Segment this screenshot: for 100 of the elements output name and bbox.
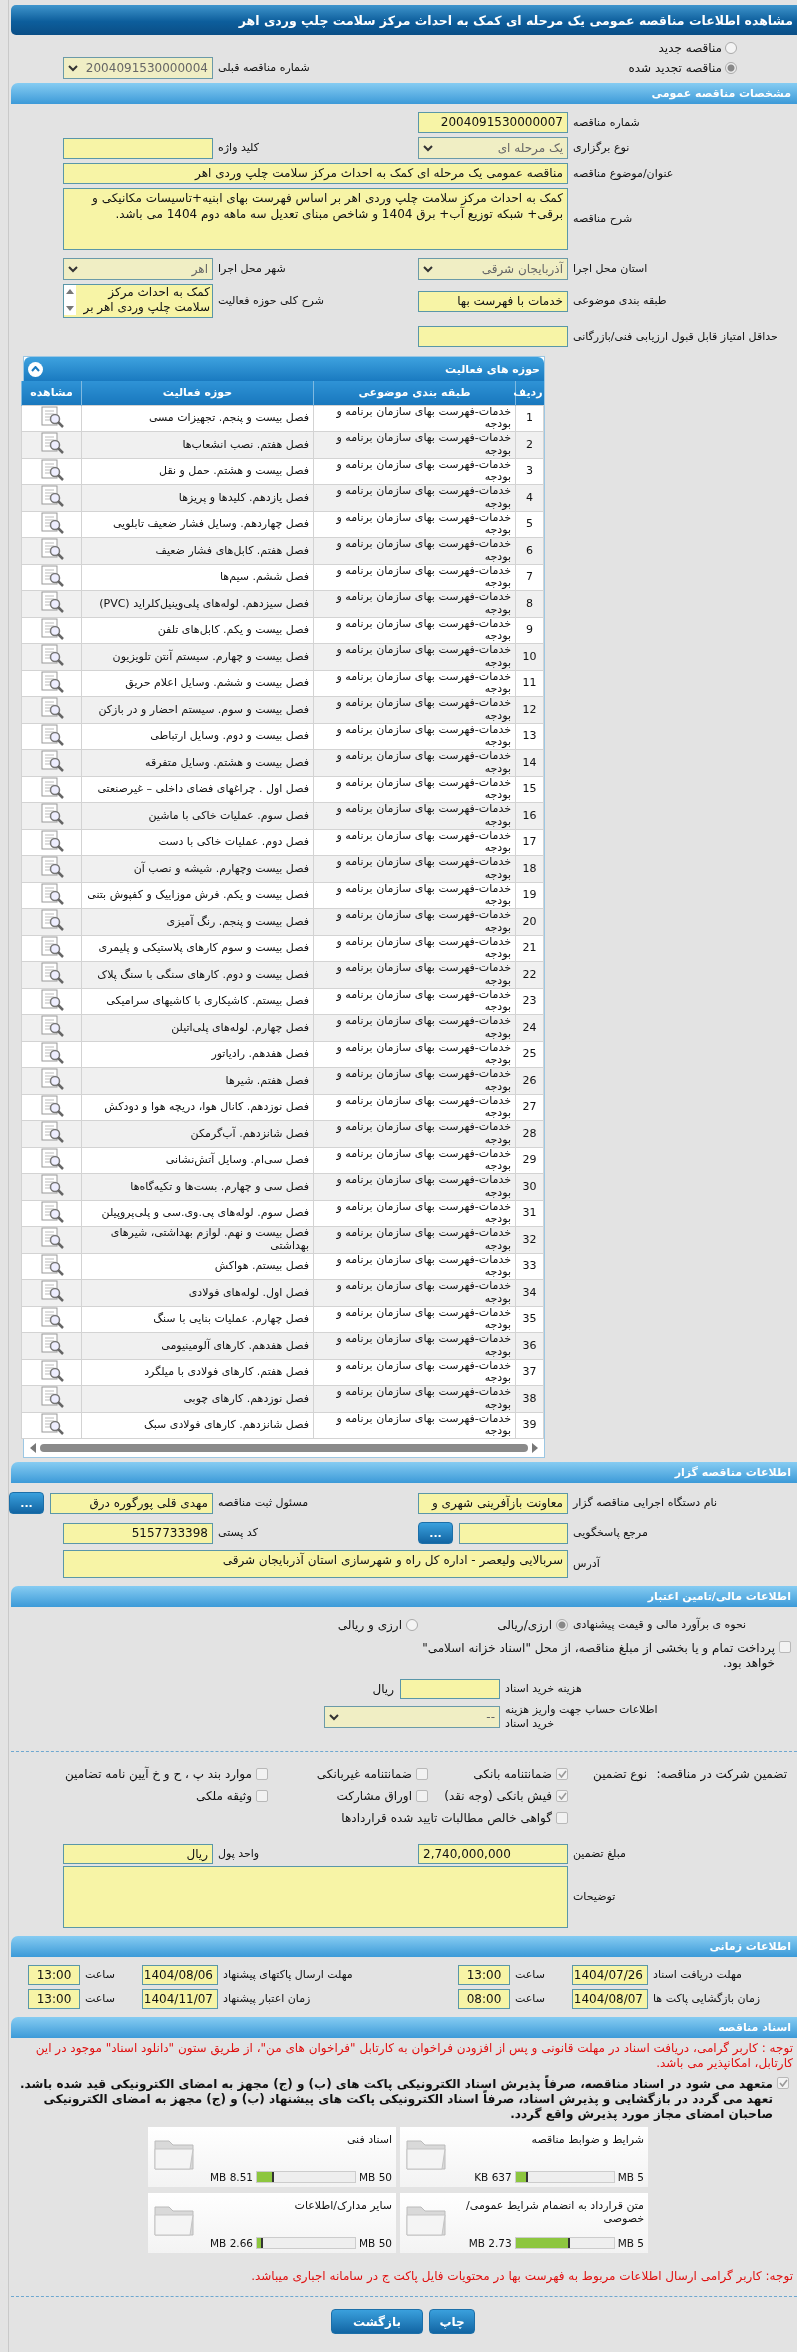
browse-button[interactable]: ...: [418, 1522, 453, 1544]
text-field[interactable]: [418, 326, 568, 347]
magnifier-document-icon[interactable]: [38, 1015, 65, 1037]
text-field[interactable]: [400, 1679, 500, 1699]
action-button[interactable]: بازگشت: [331, 2309, 423, 2334]
checkbox-option[interactable]: اوراق مشارکت: [336, 1786, 428, 1806]
magnifier-document-icon[interactable]: [38, 644, 65, 666]
magnifier-document-icon[interactable]: [38, 432, 65, 454]
magnifier-document-icon[interactable]: [38, 1041, 65, 1064]
checkbox-option[interactable]: موارد بند پ ، ح و خ آیین نامه تضامین: [64, 1764, 268, 1784]
magnifier-document-icon[interactable]: [38, 538, 65, 560]
magnifier-document-icon[interactable]: [38, 1174, 65, 1196]
field-label: ساعت: [514, 1968, 546, 1982]
dropdown[interactable]: 2004091530000004: [63, 57, 213, 79]
checkmark-icon: [557, 1770, 567, 1778]
magnifier-document-icon[interactable]: [38, 511, 65, 534]
text-field[interactable]: ریال: [63, 1844, 213, 1864]
time-field[interactable]: 13:00: [28, 1965, 80, 1985]
time-field[interactable]: 13:00: [28, 1989, 80, 2009]
date-field[interactable]: 1404/11/07: [142, 1989, 218, 2009]
table-cell: فصل چهاردهم. وسایل فشار ضعیف تابلویی: [81, 511, 314, 538]
magnifier-document-icon[interactable]: [38, 1094, 65, 1117]
magnifier-document-icon[interactable]: [38, 776, 65, 799]
magnifier-document-icon[interactable]: [38, 723, 65, 746]
magnifier-document-icon[interactable]: [38, 1306, 65, 1329]
checkbox[interactable]: [416, 1790, 428, 1802]
dropdown[interactable]: --: [324, 1706, 500, 1728]
checkbox[interactable]: [256, 1768, 268, 1780]
checkbox[interactable]: [777, 2077, 789, 2089]
dropdown[interactable]: اهر: [63, 258, 213, 280]
checkbox-option[interactable]: فیش بانکی (وجه نقد): [444, 1786, 568, 1806]
magnifier-document-icon[interactable]: [38, 1359, 65, 1382]
text-field[interactable]: معاونت بازآفرینی شهری و: [418, 1492, 568, 1514]
magnifier-document-icon[interactable]: [38, 1253, 65, 1276]
collapse-button[interactable]: [28, 361, 43, 377]
checkbox-option[interactable]: ضمانتنامه غیربانکی: [316, 1764, 428, 1784]
action-button[interactable]: چاپ: [429, 2309, 475, 2334]
checkbox[interactable]: [556, 1812, 568, 1824]
text-field[interactable]: 2004091530000007: [418, 112, 568, 133]
checkbox[interactable]: [779, 1641, 791, 1653]
magnifier-document-icon[interactable]: [38, 1147, 65, 1170]
text-field[interactable]: خدمات با فهرست بها: [418, 290, 568, 312]
checkbox[interactable]: [256, 1790, 268, 1802]
magnifier-document-icon[interactable]: [38, 670, 65, 693]
text-field[interactable]: [459, 1522, 568, 1544]
text-area[interactable]: [63, 1866, 568, 1928]
time-field[interactable]: 13:00: [458, 1965, 510, 1985]
magnifier-document-icon[interactable]: [38, 697, 65, 719]
magnifier-document-icon[interactable]: [38, 909, 65, 931]
browse-button[interactable]: ...: [9, 1492, 44, 1514]
dropdown[interactable]: یک مرحله ای: [418, 137, 568, 159]
checkbox[interactable]: [556, 1790, 568, 1802]
magnifier-document-icon[interactable]: [38, 1333, 65, 1355]
text-field[interactable]: 2,740,000,000: [418, 1844, 568, 1864]
magnifier-document-icon[interactable]: [38, 856, 65, 878]
dropdown[interactable]: آذربایجان شرقی: [418, 258, 568, 280]
radio-option[interactable]: مناقصه جدید: [568, 41, 797, 55]
magnifier-document-icon[interactable]: [38, 1068, 65, 1090]
text-field[interactable]: [63, 137, 213, 159]
checkbox-option[interactable]: گواهی خالص مطالبات تایید شده قراردادها: [341, 1808, 568, 1828]
magnifier-document-icon[interactable]: [38, 1412, 65, 1435]
magnifier-document-icon[interactable]: [38, 1200, 65, 1223]
radio-option[interactable]: ارزی/ریالی: [497, 1615, 568, 1635]
magnifier-document-icon[interactable]: [38, 829, 65, 852]
table-cell: 15: [515, 776, 544, 803]
magnifier-document-icon[interactable]: [38, 750, 65, 772]
magnifier-document-icon[interactable]: [38, 1227, 65, 1249]
magnifier-document-icon[interactable]: [38, 405, 65, 428]
table-cell: خدمات-فهرست بهای سازمان برنامه و بودجه: [313, 617, 516, 644]
magnifier-document-icon[interactable]: [38, 458, 65, 481]
time-field[interactable]: 08:00: [458, 1989, 510, 2009]
magnifier-document-icon[interactable]: [38, 988, 65, 1011]
text-field[interactable]: مناقصه عمومی یک مرحله ای کمک به احداث مرکز سلامت چلپ وردی اهر: [63, 163, 568, 184]
text-field[interactable]: سربالایی ولیعصر - اداره کل راه و شهرسازی استان آذربایجان شرقی: [63, 1550, 568, 1578]
magnifier-document-icon[interactable]: [38, 591, 65, 613]
magnifier-document-icon[interactable]: [38, 617, 65, 640]
magnifier-document-icon[interactable]: [38, 882, 65, 905]
checkbox[interactable]: [556, 1768, 568, 1780]
magnifier-document-icon[interactable]: [38, 564, 65, 587]
magnifier-document-icon[interactable]: [38, 1386, 65, 1408]
magnifier-document-icon[interactable]: [38, 1121, 65, 1143]
text-field[interactable]: مهدی قلی پورگوره درق: [50, 1492, 213, 1514]
magnifier-document-icon[interactable]: [38, 803, 65, 825]
list-box[interactable]: کمک به احداث مرکز سلامت چلپ وردی اهر بر: [63, 284, 213, 318]
radio-option[interactable]: مناقصه تجدید شده: [568, 61, 797, 75]
date-field[interactable]: 1404/08/06: [142, 1965, 218, 1985]
magnifier-document-icon[interactable]: [38, 1280, 65, 1302]
checkbox-option[interactable]: ضمانتنامه بانکی: [473, 1764, 568, 1784]
magnifier-document-icon[interactable]: [38, 485, 65, 507]
radio-option[interactable]: ارزی و ریالی: [337, 1615, 418, 1635]
text-field[interactable]: 5157733398: [63, 1522, 213, 1544]
magnifier-document-icon[interactable]: [38, 962, 65, 984]
text-area[interactable]: کمک به احداث مرکز سلامت چلپ وردی اهر بر اساس فهرست بهای ابنیه+تاسیسات مکانیکی و برقی+ شبکه توزیع آب+ برق 1404 و شاخص مبنای تعدیل سه ماهه دوم 1404 می باشد.: [63, 188, 568, 250]
table-cell: فصل بیست و چهارم. سیستم آنتن تلویزیون: [81, 643, 314, 670]
date-field[interactable]: 1404/08/07: [572, 1989, 648, 2009]
checkbox-option[interactable]: وثیقه ملکی: [195, 1786, 268, 1806]
table-cell: فصل اول. لوله‌های فولادی: [81, 1279, 314, 1306]
date-field[interactable]: 1404/07/26: [572, 1965, 648, 1985]
magnifier-document-icon[interactable]: [38, 935, 65, 958]
checkbox[interactable]: [416, 1768, 428, 1780]
